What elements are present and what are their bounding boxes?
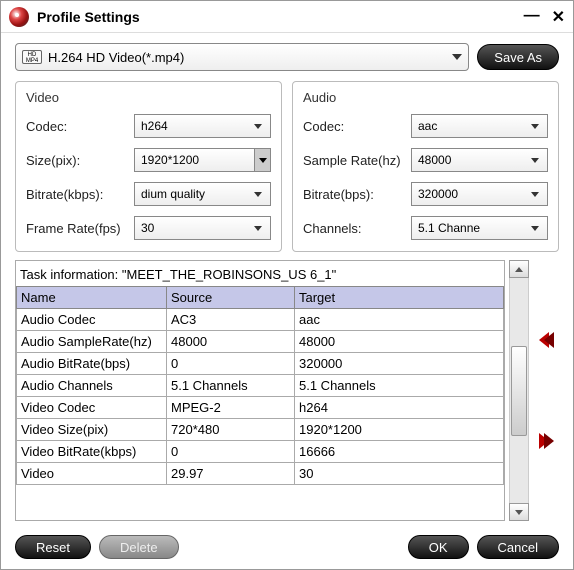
table-row: Video BitRate(kbps)016666 [17,441,504,463]
table-cell-target: 1920*1200 [295,419,504,441]
table-row: Audio BitRate(bps)0320000 [17,353,504,375]
audio-samplerate-select[interactable]: 48000 [411,148,548,172]
scroll-track[interactable] [509,278,529,503]
video-fps-label: Frame Rate(fps) [26,221,134,236]
chevron-down-icon [250,226,266,231]
task-info-title: Task information: "MEET_THE_ROBINSONS_US… [16,261,504,286]
prev-task-button[interactable] [539,332,554,348]
audio-bitrate-label: Bitrate(bps): [303,187,411,202]
video-panel-title: Video [26,90,271,105]
window-title: Profile Settings [37,9,524,25]
close-button[interactable]: ✕ [552,7,565,27]
table-row: Audio CodecAC3aac [17,309,504,331]
format-icon: HDMP4 [22,50,42,64]
video-codec-label: Codec: [26,119,134,134]
chevron-down-icon [527,226,543,231]
delete-button[interactable]: Delete [99,535,179,559]
col-header-target[interactable]: Target [295,287,504,309]
audio-channels-label: Channels: [303,221,411,236]
table-row: Audio Channels5.1 Channels5.1 Channels [17,375,504,397]
col-header-source[interactable]: Source [167,287,295,309]
audio-bitrate-select[interactable]: 320000 [411,182,548,206]
table-cell-name: Video BitRate(kbps) [17,441,167,463]
table-cell-name: Audio BitRate(bps) [17,353,167,375]
chevron-down-icon [527,124,543,129]
save-as-button[interactable]: Save As [477,44,559,70]
table-cell-source: 720*480 [167,419,295,441]
table-cell-source: AC3 [167,309,295,331]
audio-codec-select[interactable]: aac [411,114,548,138]
table-cell-source: 0 [167,441,295,463]
audio-samplerate-label: Sample Rate(hz) [303,153,411,168]
scroll-up-button[interactable] [509,260,529,278]
audio-panel: Audio Codec: aac Sample Rate(hz) 48000 B… [292,81,559,252]
video-size-label: Size(pix): [26,153,134,168]
table-cell-name: Video Codec [17,397,167,419]
chevron-down-icon [452,54,462,60]
next-task-button[interactable] [539,433,554,449]
chevron-down-icon [254,149,270,171]
table-cell-name: Video [17,463,167,485]
minimize-button[interactable]: — [524,7,540,27]
video-size-select[interactable]: 1920*1200 [134,148,271,172]
ok-button[interactable]: OK [408,535,469,559]
cancel-button[interactable]: Cancel [477,535,559,559]
table-cell-name: Audio Channels [17,375,167,397]
table-cell-source: MPEG-2 [167,397,295,419]
table-cell-target: h264 [295,397,504,419]
video-fps-select[interactable]: 30 [134,216,271,240]
table-cell-name: Audio SampleRate(hz) [17,331,167,353]
video-bitrate-select[interactable]: dium quality [134,182,271,206]
chevron-down-icon [527,192,543,197]
chevron-down-icon [250,192,266,197]
audio-codec-label: Codec: [303,119,411,134]
chevron-down-icon [527,158,543,163]
scroll-down-button[interactable] [509,503,529,521]
audio-panel-title: Audio [303,90,548,105]
reset-button[interactable]: Reset [15,535,91,559]
audio-channels-select[interactable]: 5.1 Channe [411,216,548,240]
table-cell-target: 320000 [295,353,504,375]
table-cell-target: 5.1 Channels [295,375,504,397]
task-table: Name Source Target Audio CodecAC3aacAudi… [16,286,504,485]
table-cell-target: 48000 [295,331,504,353]
table-cell-source: 48000 [167,331,295,353]
chevron-down-icon [250,124,266,129]
task-info-panel: Task information: "MEET_THE_ROBINSONS_US… [15,260,505,521]
profile-format-select[interactable]: HDMP4 H.264 HD Video(*.mp4) [15,43,469,71]
profile-format-value: H.264 HD Video(*.mp4) [48,50,452,65]
table-cell-source: 5.1 Channels [167,375,295,397]
table-row: Video CodecMPEG-2h264 [17,397,504,419]
table-cell-source: 0 [167,353,295,375]
app-icon [9,7,29,27]
table-cell-target: aac [295,309,504,331]
table-row: Audio SampleRate(hz)4800048000 [17,331,504,353]
table-cell-source: 29.97 [167,463,295,485]
col-header-name[interactable]: Name [17,287,167,309]
table-row: Video29.9730 [17,463,504,485]
table-cell-target: 30 [295,463,504,485]
table-cell-name: Audio Codec [17,309,167,331]
video-panel: Video Codec: h264 Size(pix): 1920*1200 B… [15,81,282,252]
video-codec-select[interactable]: h264 [134,114,271,138]
table-cell-target: 16666 [295,441,504,463]
scrollbar[interactable] [509,260,529,521]
table-row: Video Size(pix)720*4801920*1200 [17,419,504,441]
video-bitrate-label: Bitrate(kbps): [26,187,134,202]
scroll-thumb[interactable] [511,346,527,436]
table-cell-name: Video Size(pix) [17,419,167,441]
